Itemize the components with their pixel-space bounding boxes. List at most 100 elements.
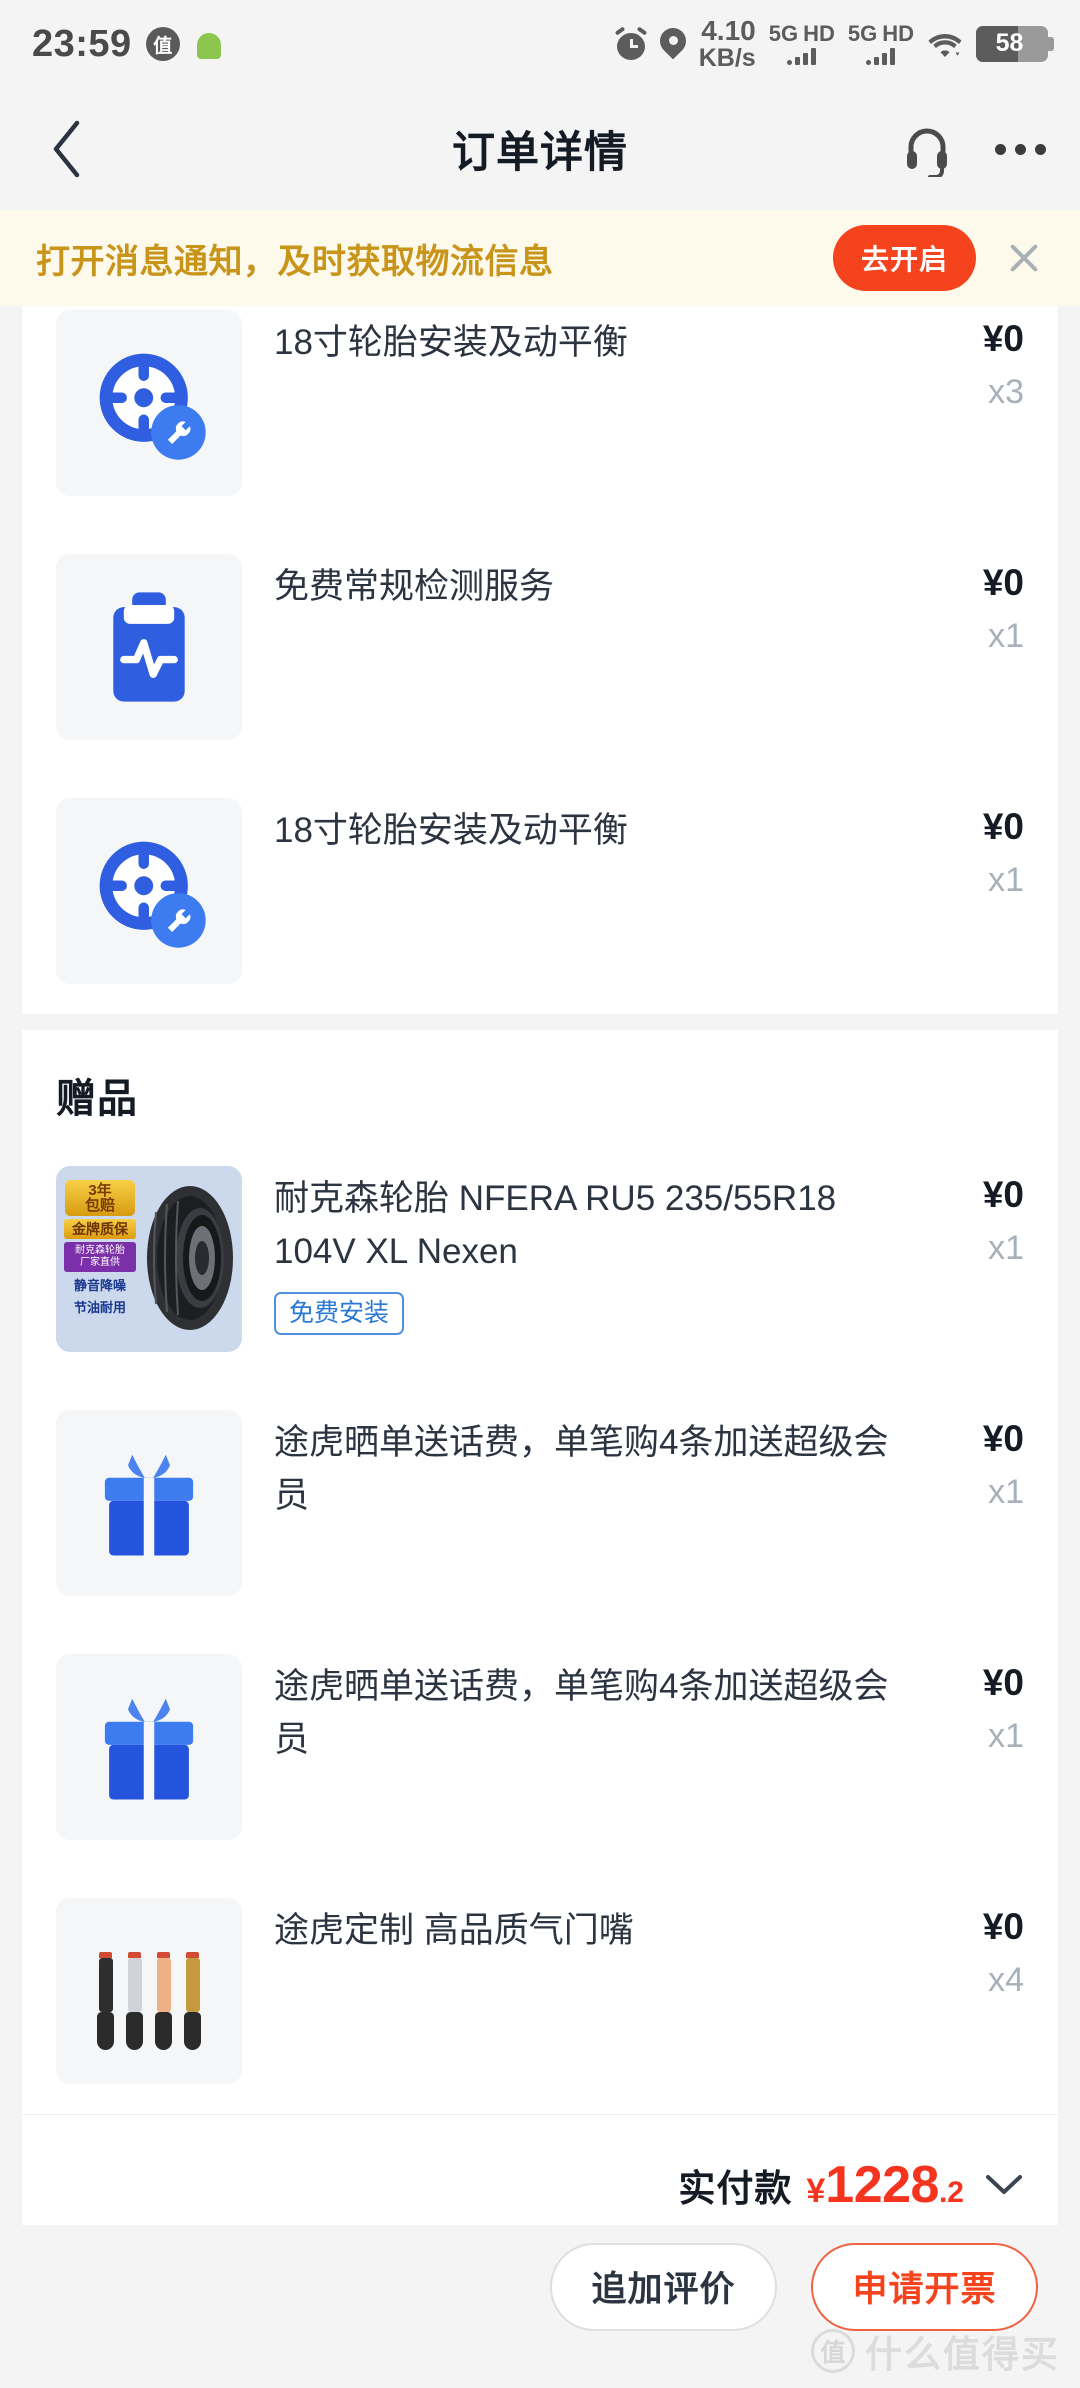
- sim2-signal-icon: [866, 47, 896, 65]
- gift-price-col: ¥0 x1: [904, 1654, 1024, 1757]
- service-info: 18寸轮胎安装及动平衡: [242, 798, 904, 857]
- total-amount: ¥ 1228 .2: [806, 2155, 964, 2215]
- chevron-down-icon[interactable]: [984, 2172, 1024, 2198]
- service-price: ¥0: [982, 318, 1024, 359]
- valve-stem-artwork: [74, 1916, 224, 2066]
- brand-tag: 耐克森轮胎 厂家直供: [64, 1242, 136, 1272]
- valve-rose: [155, 1952, 173, 2050]
- location-pin-icon: [660, 28, 686, 60]
- gift-price-col: ¥0 x1: [904, 1166, 1024, 1269]
- gifts-section-title: 赠品: [56, 1077, 138, 1121]
- section-divider: [22, 1014, 1058, 1030]
- list-item[interactable]: 途虎定制 高品质气门嘴 ¥0 x4: [56, 1870, 1024, 2114]
- enable-notification-button[interactable]: 去开启: [832, 225, 976, 291]
- list-item[interactable]: 3年 包赔 金牌质保 耐克森轮胎 厂家直供 静音降噪 节油耐用 耐克森轮胎 NF…: [56, 1138, 1024, 1382]
- app-badge-icon: 值: [145, 27, 180, 61]
- feature-quiet: 静音降噪: [73, 1278, 126, 1293]
- total-label: 实付款: [678, 2168, 793, 2209]
- gift-price: ¥0: [982, 1906, 1024, 1947]
- order-detail-screen: 23:59 值 4.10 KB/s 5G HD 5G HD 58 订单详情 打开…: [0, 0, 1080, 2388]
- service-thumbnail: [56, 798, 242, 984]
- feature-fuel: 节油耐用: [73, 1300, 126, 1315]
- gift-price: ¥0: [982, 1418, 1024, 1459]
- service-qty: x1: [988, 861, 1024, 900]
- sim2-status: 5G HD: [847, 20, 914, 65]
- sim1-network-label: 5G: [768, 20, 799, 46]
- service-price: ¥0: [982, 806, 1024, 847]
- list-item[interactable]: 途虎晒单送话费，单笔购4条加送超级会员 ¥0 x1: [56, 1626, 1024, 1870]
- total-decimal: .2: [938, 2176, 964, 2209]
- gift-info: 途虎定制 高品质气门嘴: [242, 1898, 904, 1957]
- service-price-col: ¥0 x3: [904, 310, 1024, 413]
- gifts-section: 赠品 3年 包赔 金牌质保 耐克森轮胎 厂家直供 静音降噪 节油耐用 耐克森轮胎…: [22, 1030, 1058, 2114]
- request-invoice-button[interactable]: 申请开票: [811, 2242, 1038, 2331]
- banner-message: 打开消息通知，及时获取物流信息: [36, 242, 554, 281]
- gift-thumbnail: [56, 1410, 242, 1596]
- list-item[interactable]: 18寸轮胎安装及动平衡 ¥0 x1: [56, 770, 1024, 1014]
- headset-icon[interactable]: [899, 121, 955, 179]
- list-item[interactable]: 途虎晒单送话费，单笔购4条加送超级会员 ¥0 x1: [56, 1382, 1024, 1626]
- gift-thumbnail: [56, 1654, 242, 1840]
- service-info: 免费常规检测服务: [242, 554, 904, 613]
- more-horizontal-icon[interactable]: [995, 143, 1046, 155]
- gift-price: ¥0: [982, 1174, 1024, 1215]
- sim1-hd-label: HD: [803, 20, 835, 46]
- add-review-button[interactable]: 追加评价: [550, 2242, 777, 2331]
- gift-title: 途虎晒单送话费，单笔购4条加送超级会员: [274, 1667, 889, 1759]
- service-thumbnail: [56, 310, 242, 496]
- services-section: 18寸轮胎安装及动平衡 ¥0 x3 免费常规检测服务 ¥0 x1 18寸轮胎安装…: [22, 306, 1058, 1030]
- sim2-hd-label: HD: [882, 20, 914, 46]
- sim1-status: 5G HD: [768, 20, 835, 65]
- gift-info: 途虎晒单送话费，单笔购4条加送超级会员: [242, 1410, 904, 1522]
- status-bar-right: 4.10 KB/s 5G HD 5G HD 58: [614, 16, 1054, 72]
- gift-info: 耐克森轮胎 NFERA RU5 235/55R18 104V XL Nexen …: [242, 1166, 904, 1335]
- service-title: 免费常规检测服务: [274, 567, 555, 606]
- service-price: ¥0: [982, 562, 1024, 603]
- alarm-clock-icon: [614, 26, 647, 60]
- total-currency: ¥: [806, 2172, 826, 2210]
- tire-wrench-icon: [99, 353, 206, 460]
- gift-qty: x1: [988, 1473, 1024, 1512]
- nav-bar: 订单详情: [0, 88, 1080, 210]
- network-speed: 4.10 KB/s: [698, 16, 756, 72]
- gift-title: 耐克森轮胎 NFERA RU5 235/55R18 104V XL Nexen: [274, 1179, 837, 1271]
- gift-price-col: ¥0 x1: [904, 1410, 1024, 1513]
- sim1-signal-icon: [787, 47, 817, 65]
- tire-image: [147, 1186, 233, 1330]
- valve-gold: [184, 1952, 202, 2050]
- gift-price-col: ¥0 x4: [904, 1898, 1024, 2001]
- network-speed-unit: KB/s: [698, 43, 756, 72]
- gift-qty: x1: [988, 1229, 1024, 1268]
- status-time: 23:59: [32, 22, 132, 65]
- service-title: 18寸轮胎安装及动平衡: [274, 323, 628, 362]
- gift-title: 途虎定制 高品质气门嘴: [274, 1911, 634, 1950]
- valve-silver: [126, 1952, 144, 2050]
- service-title: 18寸轮胎安装及动平衡: [274, 811, 628, 850]
- watermark: 值 什么值得买: [811, 2324, 1060, 2378]
- tire-artwork: 3年 包赔 金牌质保 耐克森轮胎 厂家直供 静音降噪 节油耐用: [56, 1166, 242, 1352]
- valve-stem-photo: [56, 1898, 242, 2084]
- tire-promo-overlay: 3年 包赔 金牌质保 耐克森轮胎 厂家直供 静音降噪 节油耐用: [63, 1180, 137, 1332]
- watermark-logo-icon: 值: [811, 2329, 855, 2373]
- service-price-col: ¥0 x1: [904, 554, 1024, 657]
- sim2-network-label: 5G: [847, 20, 878, 46]
- battery-icon: 58: [976, 25, 1054, 62]
- notification-banner: 打开消息通知，及时获取物流信息 去开启: [0, 210, 1080, 306]
- service-info: 18寸轮胎安装及动平衡: [242, 310, 904, 369]
- status-bar-left: 23:59 值: [32, 23, 224, 66]
- warranty-years: 3年: [88, 1181, 112, 1199]
- gift-qty: x1: [988, 1717, 1024, 1756]
- back-button[interactable]: [34, 117, 98, 181]
- list-item[interactable]: 免费常规检测服务 ¥0 x1: [56, 526, 1024, 770]
- nav-actions: [899, 121, 1046, 179]
- tire-wrench-icon: [99, 841, 206, 948]
- service-qty: x3: [988, 373, 1024, 412]
- gold-warranty-label: 金牌质保: [64, 1219, 136, 1239]
- list-item[interactable]: 18寸轮胎安装及动平衡 ¥0 x3: [56, 306, 1024, 526]
- service-thumbnail: [56, 554, 242, 740]
- watermark-text: 什么值得买: [865, 2334, 1060, 2375]
- close-icon[interactable]: [1002, 236, 1046, 280]
- order-content-card: 18寸轮胎安装及动平衡 ¥0 x3 免费常规检测服务 ¥0 x1 18寸轮胎安装…: [22, 306, 1058, 2263]
- chevron-left-icon: [53, 120, 80, 178]
- gift-box-icon: [104, 1454, 194, 1556]
